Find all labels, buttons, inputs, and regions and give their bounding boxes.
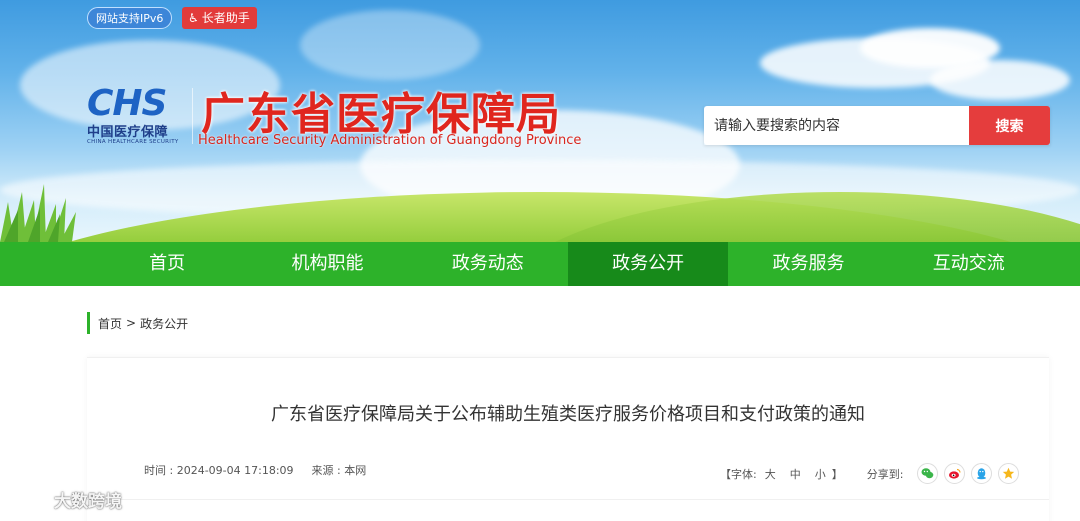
font-size-large-button[interactable]: 大 <box>765 466 776 482</box>
nav-item-services[interactable]: 政务服务 <box>728 242 888 286</box>
font-size-label: 【字体: <box>720 467 757 481</box>
header-banner: 网站支持IPv6 ♿ 长者助手 CHS 中国医疗保障 CHINA HEALTHC… <box>0 0 1080 242</box>
qq-icon[interactable] <box>971 463 993 484</box>
article-source: 来源 : 本网 <box>311 464 367 477</box>
font-size-medium-button[interactable]: 中 <box>790 466 801 482</box>
nav-item-news[interactable]: 政务动态 <box>408 242 568 286</box>
nav-item-interaction[interactable]: 互动交流 <box>889 242 1049 286</box>
breadcrumb: 首页 > 政务公开 <box>87 312 188 334</box>
breadcrumb-current-link[interactable]: 政务公开 <box>140 315 188 332</box>
qzone-icon[interactable] <box>998 463 1020 484</box>
article-divider <box>87 499 1049 500</box>
article-tools: 【字体: 大 中 小 】 分享到: <box>720 463 1020 484</box>
grass-tuft-icon <box>0 184 76 242</box>
chs-logo-icon[interactable]: CHS <box>87 84 187 120</box>
elder-assistant-button[interactable]: ♿ 长者助手 <box>182 7 257 29</box>
ipv6-badge[interactable]: 网站支持IPv6 <box>87 7 173 29</box>
share-label: 分享到: <box>866 467 904 481</box>
elder-person-icon: ♿ <box>188 11 199 25</box>
chs-logo-text: CHS <box>87 84 166 120</box>
logo-chinese-name: 中国医疗保障 <box>87 125 169 140</box>
nav-item-home[interactable]: 首页 <box>87 242 247 286</box>
elder-assistant-label: 长者助手 <box>201 11 250 25</box>
watermark-logo-icon <box>9 490 45 509</box>
nav-item-public-affairs[interactable]: 政务公开 <box>567 242 729 286</box>
breadcrumb-home-link[interactable]: 首页 <box>98 315 122 332</box>
nav-item-institution[interactable]: 机构职能 <box>247 242 407 286</box>
search-input[interactable] <box>704 106 969 145</box>
weibo-icon[interactable] <box>944 463 966 484</box>
search-button[interactable]: 搜索 <box>969 106 1050 145</box>
wechat-icon[interactable] <box>917 463 939 484</box>
watermark-text: 大数跨境 <box>54 492 122 512</box>
publish-time: 时间 : 2024-09-04 17:18:09 <box>144 464 294 477</box>
main-nav-items: 首页 机构职能 政务动态 政务公开 政务服务 互动交流 <box>87 242 1049 286</box>
logo-english-name: CHINA HEALTHCARE SECURITY <box>87 139 179 145</box>
cloud <box>930 60 1070 100</box>
font-size-small-button[interactable]: 小 <box>815 466 826 482</box>
main-nav: 首页 机构职能 政务动态 政务公开 政务服务 互动交流 <box>0 242 1080 286</box>
site-subtitle: Healthcare Security Administration of Gu… <box>198 133 582 148</box>
breadcrumb-separator: > <box>126 316 137 330</box>
watermark: 大数跨境 <box>8 487 122 512</box>
font-size-bracket: 】 <box>831 467 843 481</box>
article-title: 广东省医疗保障局关于公布辅助生殖类医疗服务价格项目和支付政策的通知 <box>271 404 865 425</box>
article-panel: 广东省医疗保障局关于公布辅助生殖类医疗服务价格项目和支付政策的通知 时间 : 2… <box>87 357 1049 521</box>
logo-divider <box>192 88 193 144</box>
article-meta: 时间 : 2024-09-04 17:18:09 来源 : 本网 <box>144 462 366 478</box>
search-bar: 搜索 <box>704 106 1050 145</box>
cloud <box>300 10 480 80</box>
